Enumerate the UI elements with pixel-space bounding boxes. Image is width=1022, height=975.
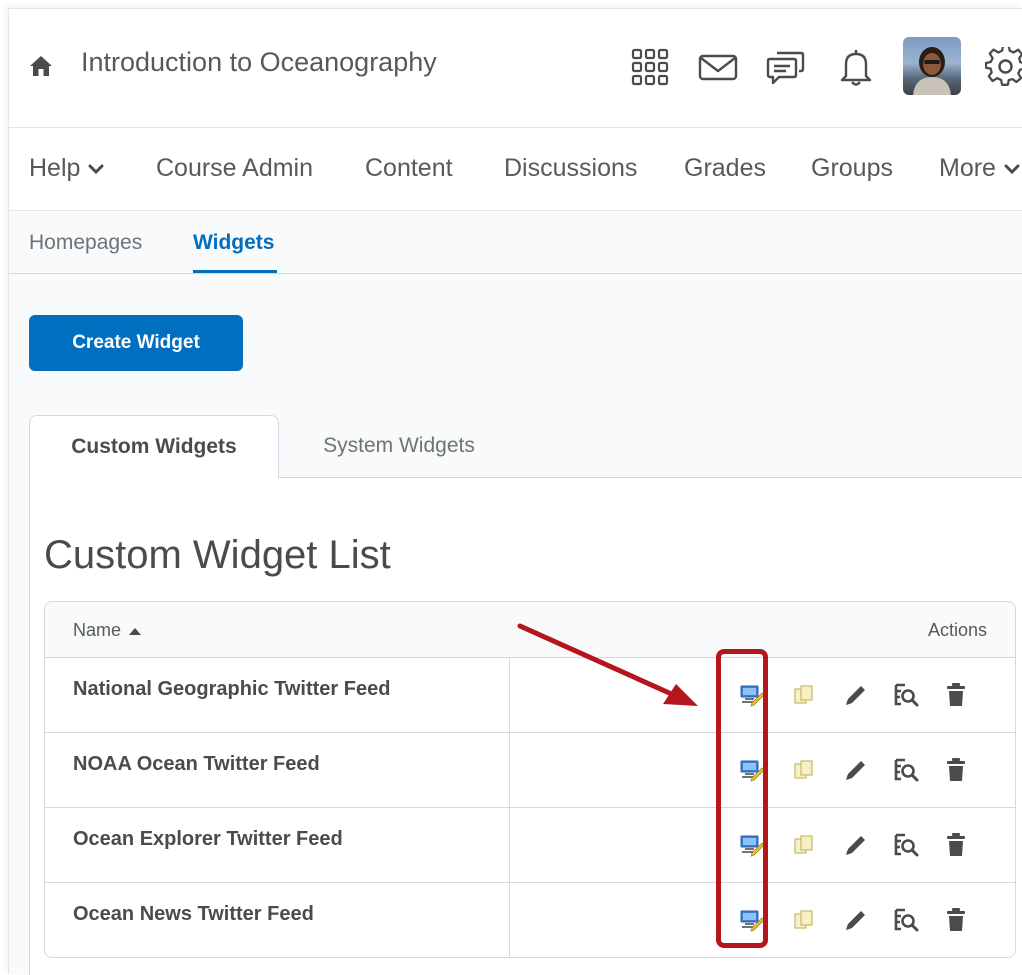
nav-groups[interactable]: Groups — [811, 154, 893, 183]
actions-column-header: Actions — [927, 620, 987, 640]
chevron-down-icon — [88, 164, 104, 174]
widget-name[interactable]: Ocean Explorer Twitter Feed — [73, 828, 343, 851]
subtabs-divider — [9, 273, 1022, 274]
course-navbar: Help Course Admin Content Discussions Gr… — [9, 128, 1022, 211]
edit-widget-icon[interactable] — [737, 755, 767, 785]
top-bar: Introduction to Oceanography — [9, 9, 1022, 128]
table-row: National Geographic Twitter Feed — [45, 658, 1015, 733]
copy-icon[interactable] — [789, 680, 819, 710]
create-widget-button[interactable]: Create Widget — [29, 315, 243, 371]
copy-icon[interactable] — [789, 905, 819, 935]
nav-discussions[interactable]: Discussions — [504, 154, 637, 183]
edit-widget-icon[interactable] — [737, 680, 767, 710]
list-heading: Custom Widget List — [44, 532, 391, 577]
preview-icon[interactable] — [891, 755, 921, 785]
mail-icon[interactable] — [697, 47, 739, 87]
nav-help[interactable]: Help — [29, 154, 104, 183]
course-title[interactable]: Introduction to Oceanography — [81, 47, 437, 78]
preview-icon[interactable] — [891, 680, 921, 710]
widget-name[interactable]: National Geographic Twitter Feed — [73, 678, 390, 701]
chat-icon[interactable] — [765, 47, 807, 87]
trash-icon[interactable] — [941, 905, 971, 935]
table-row: NOAA Ocean Twitter Feed — [45, 733, 1015, 808]
edit-widget-icon[interactable] — [737, 830, 767, 860]
nav-more[interactable]: More — [939, 154, 1020, 183]
widget-name[interactable]: NOAA Ocean Twitter Feed — [73, 753, 320, 776]
copy-icon[interactable] — [789, 755, 819, 785]
table-body: National Geographic Twitter Feed NOAA Oc… — [45, 658, 1015, 957]
pencil-icon[interactable] — [841, 905, 871, 935]
trash-icon[interactable] — [941, 830, 971, 860]
preview-icon[interactable] — [891, 905, 921, 935]
name-column-header[interactable]: Name — [73, 620, 143, 641]
table-row: Ocean News Twitter Feed — [45, 883, 1015, 957]
bell-icon[interactable] — [835, 47, 877, 87]
trash-icon[interactable] — [941, 755, 971, 785]
widget-table: Name Actions National Geographic Twitter… — [44, 601, 1016, 958]
custom-widgets-panel: Custom Widget List Name Actions National… — [29, 477, 1022, 975]
subtab-widgets[interactable]: Widgets — [193, 231, 274, 255]
pencil-icon[interactable] — [841, 680, 871, 710]
table-header: Name Actions — [45, 602, 1015, 658]
sort-up-icon — [129, 627, 142, 635]
nav-more-label: More — [939, 154, 996, 182]
avatar[interactable] — [903, 37, 961, 95]
tab-system-widgets[interactable]: System Widgets — [279, 415, 519, 477]
trash-icon[interactable] — [941, 680, 971, 710]
widget-name[interactable]: Ocean News Twitter Feed — [73, 903, 314, 926]
gear-icon[interactable] — [985, 47, 1022, 87]
chevron-down-icon — [1004, 164, 1020, 174]
tab-custom-widgets[interactable]: Custom Widgets — [29, 415, 279, 478]
nav-course-admin[interactable]: Course Admin — [156, 154, 313, 183]
page-frame: Introduction to Oceanography Help Course… — [8, 8, 1022, 975]
pencil-icon[interactable] — [841, 830, 871, 860]
nav-grades[interactable]: Grades — [684, 154, 766, 183]
nav-help-label: Help — [29, 154, 81, 182]
edit-widget-icon[interactable] — [737, 905, 767, 935]
name-column-label: Name — [73, 620, 122, 640]
nav-content[interactable]: Content — [365, 154, 453, 183]
table-row: Ocean Explorer Twitter Feed — [45, 808, 1015, 883]
copy-icon[interactable] — [789, 830, 819, 860]
avatar-photo — [913, 47, 951, 95]
waffle-grid-icon[interactable] — [629, 47, 671, 87]
pencil-icon[interactable] — [841, 755, 871, 785]
home-icon[interactable] — [29, 55, 53, 77]
preview-icon[interactable] — [891, 830, 921, 860]
subtab-homepages[interactable]: Homepages — [29, 231, 142, 255]
